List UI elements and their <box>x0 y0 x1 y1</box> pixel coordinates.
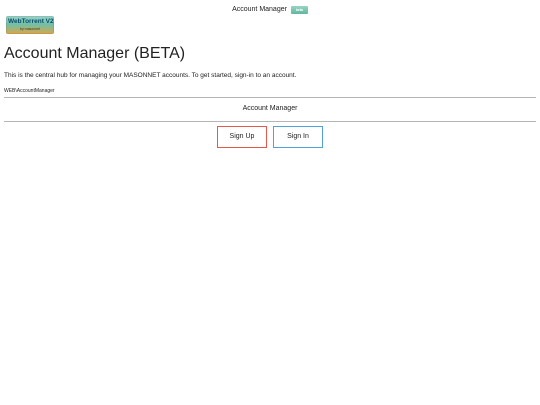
page-description: This is the central hub for managing you… <box>4 72 297 79</box>
page: WebTorrent V2 by masonnet Account Manage… <box>0 0 540 405</box>
header-bar: Account Manager beta <box>0 4 540 17</box>
divider-bottom <box>4 121 536 122</box>
breadcrumb-path: WEB\AccountManager <box>4 88 55 94</box>
sign-up-button[interactable]: Sign Up <box>217 126 267 148</box>
section-title: Account Manager <box>242 105 298 112</box>
logo-subtitle: by masonnet <box>20 27 41 31</box>
site-logo[interactable]: WebTorrent V2 by masonnet <box>6 16 54 34</box>
header-title: Account Manager <box>232 6 287 13</box>
beta-badge-icon: beta <box>290 6 308 14</box>
sign-in-button[interactable]: Sign In <box>273 126 323 148</box>
divider-top <box>4 97 536 98</box>
logo-title: WebTorrent V2 <box>8 18 54 25</box>
page-title: Account Manager (BETA) <box>4 45 186 62</box>
